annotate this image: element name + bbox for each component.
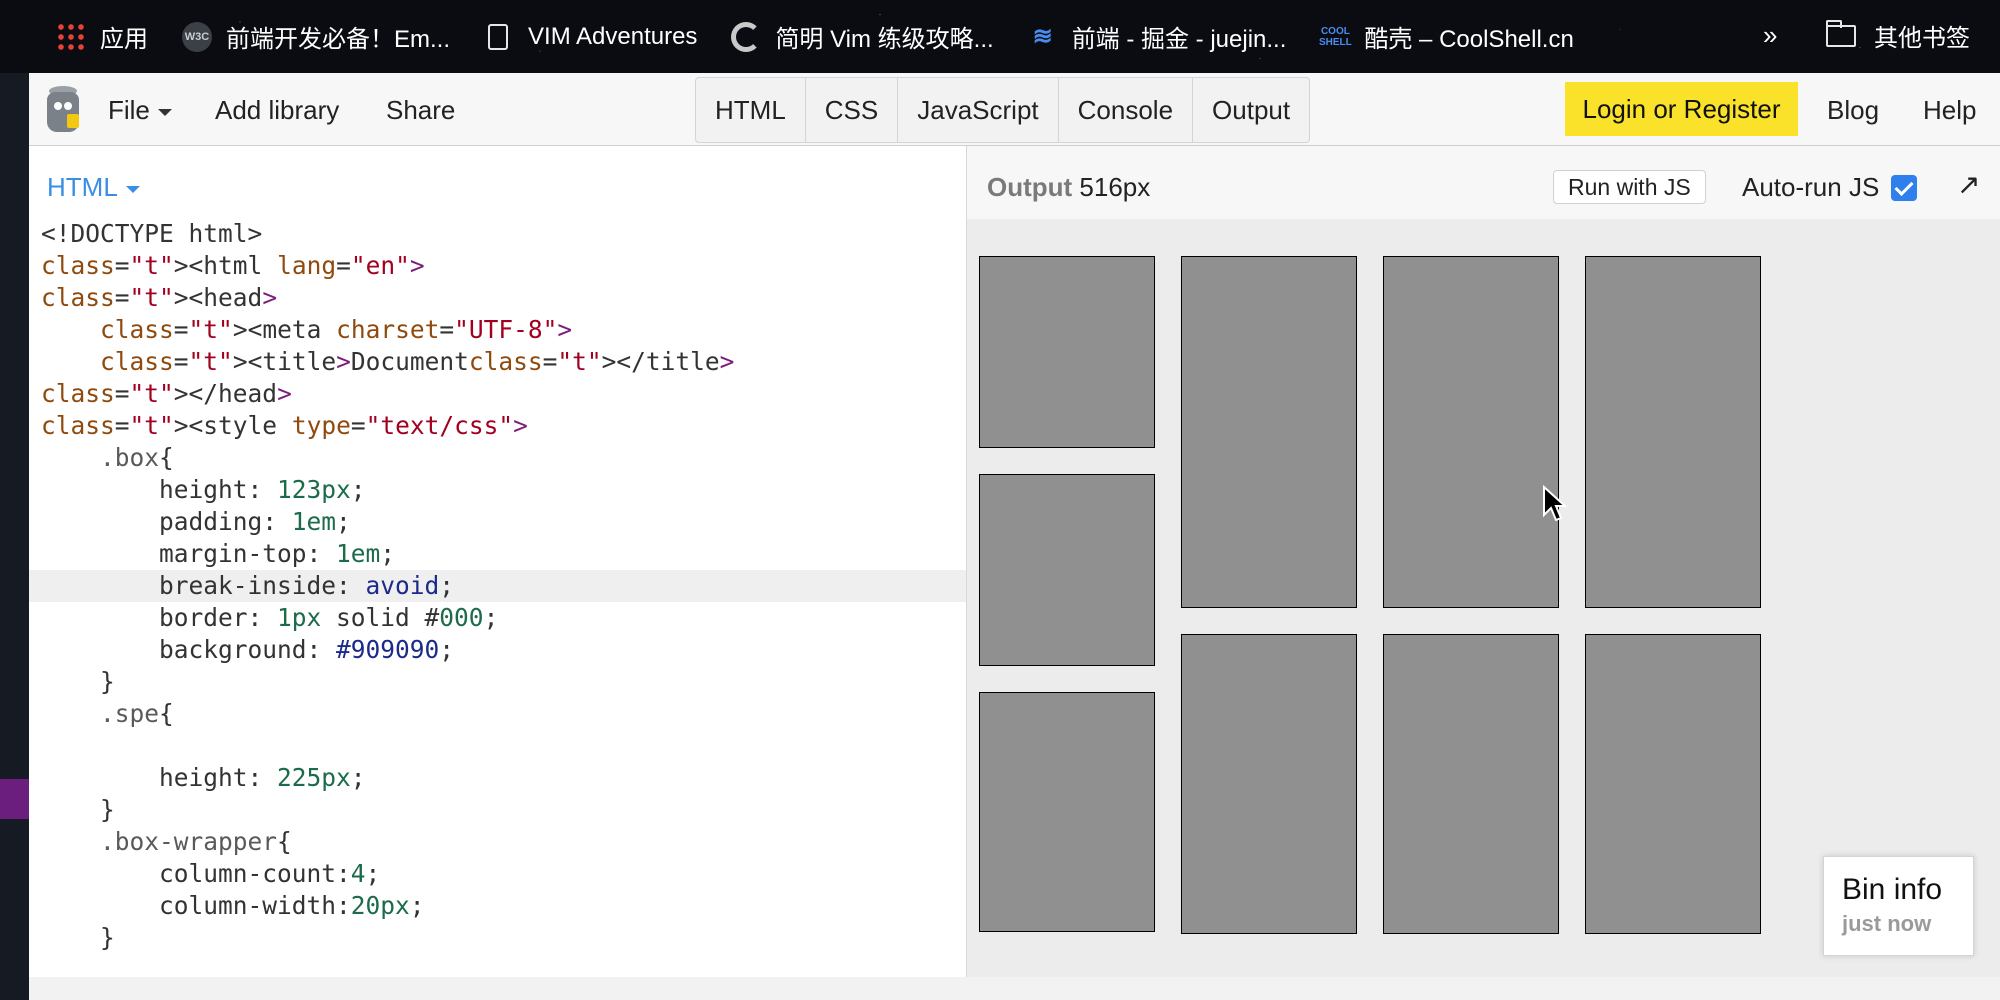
- autorun-toggle[interactable]: Auto-run JS: [1742, 172, 1918, 203]
- output-box: [979, 256, 1155, 448]
- code-line[interactable]: class="t"><head>: [29, 282, 966, 314]
- autorun-checkbox[interactable]: [1891, 174, 1918, 201]
- panel-toggle-group: HTML CSS JavaScript Console Output: [695, 77, 1311, 143]
- output-label: Output: [987, 172, 1073, 202]
- output-width: 516px: [1079, 172, 1151, 202]
- code-line[interactable]: .box{: [29, 442, 966, 474]
- code-line[interactable]: .box-wrapper{: [29, 826, 966, 858]
- code-editor[interactable]: <!DOCTYPE html> class="t"><html lang="en"…: [29, 218, 966, 954]
- coolshell-icon-text: SHELL: [1319, 36, 1352, 48]
- code-line[interactable]: height: 225px;: [29, 762, 966, 794]
- coolshell-icon-text: COOL: [1320, 25, 1350, 37]
- desktop-edge: [0, 73, 29, 1000]
- code-line[interactable]: column-count:4;: [29, 858, 966, 890]
- code-line[interactable]: border: 1px solid #000;: [29, 602, 966, 634]
- add-library-button[interactable]: Add library: [215, 95, 339, 126]
- tab-html[interactable]: HTML: [696, 78, 806, 142]
- top-toolbar: File Add library Share HTML CSS JavaScri…: [29, 73, 2000, 146]
- output-header: Output 516px: [987, 172, 1150, 203]
- bin-info-title: Bin info: [1842, 873, 1943, 906]
- folder-label: 其他书签: [1874, 25, 1970, 52]
- output-box: [1383, 256, 1559, 608]
- apps-grid-icon: [56, 21, 86, 52]
- more-bookmarks-button[interactable]: »: [1763, 20, 1777, 51]
- juejin-icon: ≋: [1032, 23, 1053, 50]
- bookmark-vim-guide[interactable]: 简明 Vim 练级攻略...: [731, 19, 994, 54]
- output-box: [1585, 634, 1761, 934]
- code-line[interactable]: background: #909090;: [29, 634, 966, 666]
- tab-console[interactable]: Console: [1059, 78, 1194, 142]
- blog-link[interactable]: Blog: [1827, 95, 1879, 126]
- bookmark-label: 前端开发必备！Em...: [226, 26, 451, 53]
- chevron-down-icon: [157, 108, 172, 116]
- window-bottom-edge: [29, 977, 2000, 1000]
- file-menu[interactable]: File: [108, 95, 172, 126]
- bookmark-coolshell[interactable]: COOL SHELL 酷壳 – CoolShell.cn: [1319, 19, 1574, 54]
- mouse-cursor-icon: [1543, 485, 1568, 522]
- code-line[interactable]: column-width:20px;: [29, 890, 966, 922]
- bookmark-label: VIM Adventures: [528, 22, 698, 50]
- code-line[interactable]: class="t"><title>Documentclass="t"></tit…: [29, 346, 966, 378]
- code-line[interactable]: .spe{: [29, 698, 966, 730]
- run-with-js-button[interactable]: Run with JS: [1553, 170, 1706, 204]
- login-register-button[interactable]: Login or Register: [1565, 82, 1798, 136]
- bookmark-vim-adventures[interactable]: VIM Adventures: [484, 23, 697, 51]
- code-line[interactable]: class="t"><style type="text/css">: [29, 410, 966, 442]
- code-line[interactable]: }: [29, 794, 966, 826]
- bookmark-label: 酷壳 – CoolShell.cn: [1364, 26, 1574, 53]
- help-link[interactable]: Help: [1923, 95, 1976, 126]
- code-line[interactable]: }: [29, 666, 966, 698]
- tab-javascript[interactable]: JavaScript: [898, 78, 1059, 142]
- bookmark-label: 简明 Vim 练级攻略...: [775, 26, 994, 53]
- bookmark-label: 前端 - 掘金 - juejin...: [1071, 26, 1287, 53]
- code-line[interactable]: class="t"></head>: [29, 378, 966, 410]
- code-line[interactable]: height: 123px;: [29, 474, 966, 506]
- editor-mode-label: HTML: [47, 172, 118, 202]
- code-line[interactable]: }: [29, 922, 966, 954]
- coolshell-icon: COOL SHELL: [1319, 22, 1352, 52]
- autorun-label: Auto-run JS: [1742, 172, 1880, 202]
- output-box: [1181, 256, 1357, 608]
- other-bookmarks-folder[interactable]: 其他书签: [1826, 18, 1970, 53]
- bookmark-label: 应用: [100, 26, 148, 53]
- expand-output-icon[interactable]: ↗: [1957, 168, 1980, 201]
- coolshell-c-icon: [731, 21, 762, 52]
- bookmark-apps[interactable]: 应用: [56, 19, 148, 54]
- output-box: [1585, 256, 1761, 608]
- editor-mode-dropdown[interactable]: HTML: [47, 172, 140, 203]
- file-menu-label: File: [108, 95, 150, 125]
- output-box: [1181, 634, 1357, 934]
- code-line[interactable]: class="t"><html lang="en">: [29, 250, 966, 282]
- bookmarks-bar: 应用 W3C 前端开发必备！Em... VIM Adventures 简明 Vi…: [0, 0, 2000, 73]
- folder-icon: [1826, 19, 1856, 47]
- code-line[interactable]: margin-top: 1em;: [29, 538, 966, 570]
- tab-output[interactable]: Output: [1193, 78, 1309, 142]
- document-icon: [488, 23, 509, 50]
- tab-css[interactable]: CSS: [806, 78, 899, 142]
- chevron-down-icon: [125, 185, 140, 193]
- bin-info-card[interactable]: Bin info just now: [1823, 856, 1974, 956]
- w3c-icon: W3C: [182, 21, 212, 52]
- output-box: [979, 474, 1155, 666]
- bookmark-w3c[interactable]: W3C 前端开发必备！Em...: [182, 19, 450, 54]
- output-box: [1383, 634, 1559, 934]
- share-button[interactable]: Share: [386, 95, 455, 126]
- bin-info-time: just now: [1842, 911, 1932, 936]
- jsbin-app: File Add library Share HTML CSS JavaScri…: [29, 73, 2000, 1000]
- desktop-edge-accent: [0, 779, 29, 819]
- code-line[interactable]: class="t"><meta charset="UTF-8">: [29, 314, 966, 346]
- output-box: [979, 692, 1155, 932]
- code-line[interactable]: padding: 1em;: [29, 506, 966, 538]
- bookmark-juejin[interactable]: ≋ 前端 - 掘金 - juejin...: [1028, 19, 1287, 54]
- code-line[interactable]: [29, 730, 966, 762]
- code-line[interactable]: <!DOCTYPE html>: [29, 218, 966, 250]
- jsbin-logo-icon[interactable]: [45, 86, 81, 134]
- html-editor-panel: HTML <!DOCTYPE html> class="t"><html lang…: [29, 146, 967, 1000]
- code-line[interactable]: break-inside: avoid;: [29, 570, 966, 602]
